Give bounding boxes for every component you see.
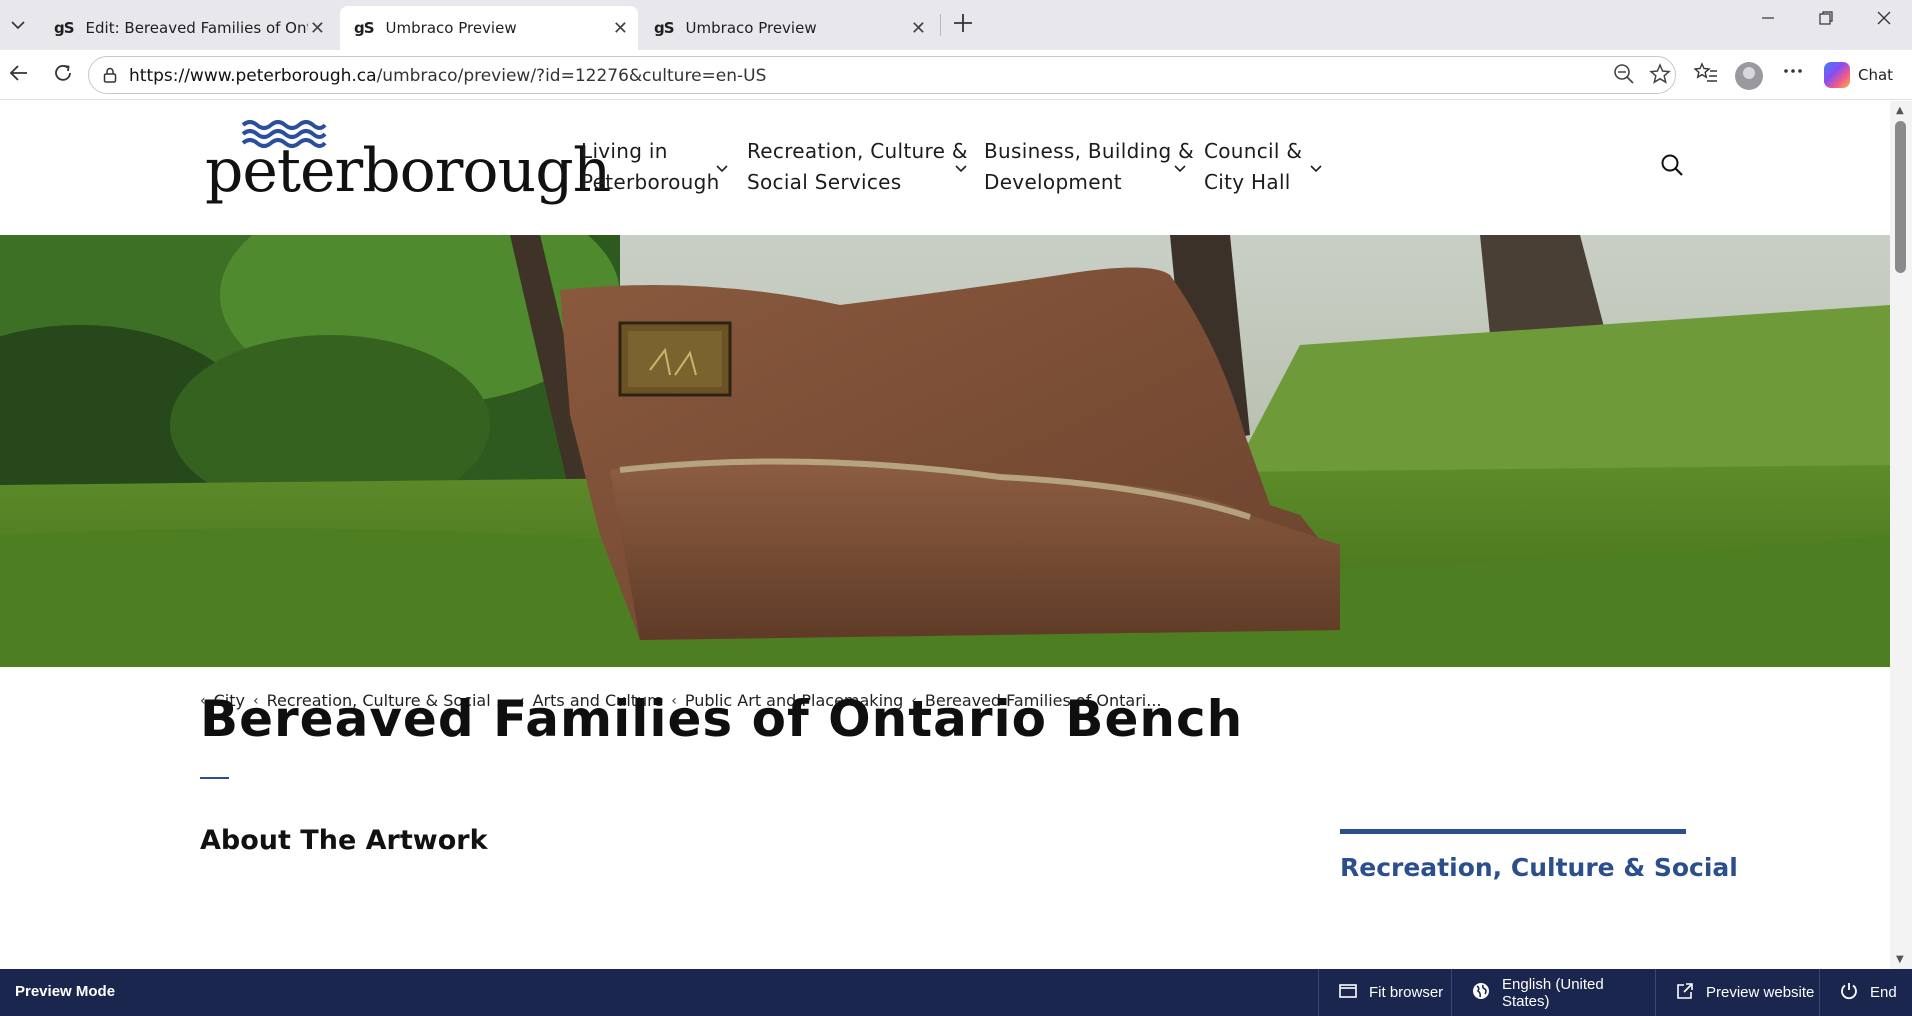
restore-icon[interactable] — [1818, 10, 1834, 31]
tab-list-chevron-icon[interactable] — [6, 12, 30, 38]
url-host: https://www.peterborough.ca — [129, 66, 377, 86]
sidebar-top-rule — [1340, 829, 1686, 834]
external-link-icon — [1676, 982, 1694, 1004]
globe-icon — [1472, 982, 1490, 1004]
url-text[interactable]: https://www.peterborough.ca/umbraco/prev… — [129, 66, 766, 86]
copilot-icon — [1824, 62, 1850, 88]
nav-recreation-culture[interactable]: Recreation, Culture & Social Services — [747, 136, 968, 198]
preview-mode-bar: Preview Mode Fit browser English (United… — [0, 969, 1912, 1016]
browser-tab-strip: gS Edit: Bereaved Families of Ontario ✕ … — [0, 0, 1912, 50]
page-title: Bereaved Families of Ontario Bench — [200, 690, 1244, 748]
favorite-star-icon[interactable] — [1649, 63, 1671, 90]
nav-living-in-peterborough[interactable]: Living in Peterborough — [581, 136, 720, 198]
logo-wordmark: peterborough — [205, 136, 611, 206]
page-scrollbar[interactable]: ▲ ▼ — [1890, 101, 1912, 969]
browser-toolbar: https://www.peterborough.ca/umbraco/prev… — [0, 50, 1912, 100]
end-label: End — [1870, 984, 1897, 1001]
page-viewport: peterborough Living in Peterborough Recre… — [0, 101, 1890, 969]
more-dots-icon[interactable] — [1782, 60, 1804, 87]
search-icon[interactable] — [1660, 153, 1684, 181]
end-preview-button[interactable]: End — [1819, 969, 1912, 1016]
browser-tab-preview[interactable]: gS Umbraco Preview ✕ — [640, 6, 936, 50]
peterborough-logo[interactable]: peterborough — [205, 119, 611, 209]
tab-separator — [940, 14, 941, 36]
nav-label: Living in Peterborough — [581, 139, 720, 194]
preview-mode-label: Preview Mode — [15, 983, 116, 1000]
site-favicon-icon: gS — [654, 19, 675, 37]
refresh-icon[interactable] — [52, 62, 74, 90]
browser-tab-preview-active[interactable]: gS Umbraco Preview ✕ — [340, 6, 638, 50]
site-header: peterborough Living in Peterborough Recre… — [0, 101, 1890, 235]
scroll-up-arrow-icon[interactable]: ▲ — [1896, 105, 1904, 116]
new-tab-plus-icon[interactable] — [952, 12, 974, 39]
browser-tab-edit[interactable]: gS Edit: Bereaved Families of Ontario ✕ — [40, 6, 335, 50]
close-icon[interactable]: ✕ — [911, 18, 926, 39]
monitor-icon — [1339, 983, 1357, 1003]
power-icon — [1840, 982, 1858, 1004]
language-label: English (United States) — [1502, 975, 1604, 1010]
scroll-down-arrow-icon[interactable]: ▼ — [1896, 954, 1904, 965]
back-arrow-icon[interactable] — [8, 62, 30, 90]
tab-title: Edit: Bereaved Families of Ontario — [85, 19, 308, 37]
tab-title: Umbraco Preview — [685, 19, 817, 37]
close-icon[interactable]: ✕ — [310, 18, 325, 39]
window-close-icon[interactable] — [1876, 10, 1892, 31]
fit-browser-button[interactable]: Fit browser — [1318, 969, 1450, 1016]
hero-image-bench — [0, 235, 1890, 667]
chevron-down-icon[interactable] — [716, 158, 728, 177]
chevron-down-icon[interactable] — [955, 158, 967, 177]
nav-business-building[interactable]: Business, Building & Development — [984, 136, 1194, 198]
address-bar[interactable]: https://www.peterborough.ca/umbraco/prev… — [88, 56, 1676, 94]
fit-browser-label: Fit browser — [1369, 984, 1444, 1001]
title-underline — [200, 777, 229, 779]
profile-avatar-icon[interactable] — [1735, 62, 1763, 90]
language-button[interactable]: English (United States) — [1451, 969, 1655, 1016]
scrollbar-thumb[interactable] — [1895, 121, 1906, 273]
preview-website-label: Preview website — [1706, 984, 1815, 1001]
chevron-down-icon[interactable] — [1174, 158, 1186, 177]
sidebar-title[interactable]: Recreation, Culture & Social — [1340, 853, 1738, 882]
chevron-down-icon[interactable] — [1310, 158, 1322, 177]
chat-label: Chat — [1858, 66, 1894, 84]
favorites-list-icon[interactable] — [1693, 62, 1718, 89]
minimize-icon[interactable] — [1760, 10, 1776, 31]
lock-icon[interactable] — [103, 67, 117, 83]
nav-council-city-hall[interactable]: Council & City Hall — [1204, 136, 1302, 198]
site-favicon-icon: gS — [54, 19, 75, 37]
nav-label: Recreation, Culture & Social Services — [747, 139, 968, 194]
preview-website-button[interactable]: Preview website — [1655, 969, 1819, 1016]
copilot-chat-button[interactable]: Chat — [1824, 58, 1893, 92]
nav-label: Council & City Hall — [1204, 139, 1303, 194]
url-path: /umbraco/preview/?id=12276&culture=en-US — [376, 66, 767, 86]
close-icon[interactable]: ✕ — [613, 18, 628, 39]
zoom-out-icon[interactable] — [1613, 63, 1635, 90]
tab-title: Umbraco Preview — [385, 19, 517, 37]
site-favicon-icon: gS — [354, 19, 375, 37]
section-heading-about: About The Artwork — [200, 825, 488, 856]
nav-label: Business, Building & Development — [984, 139, 1194, 194]
